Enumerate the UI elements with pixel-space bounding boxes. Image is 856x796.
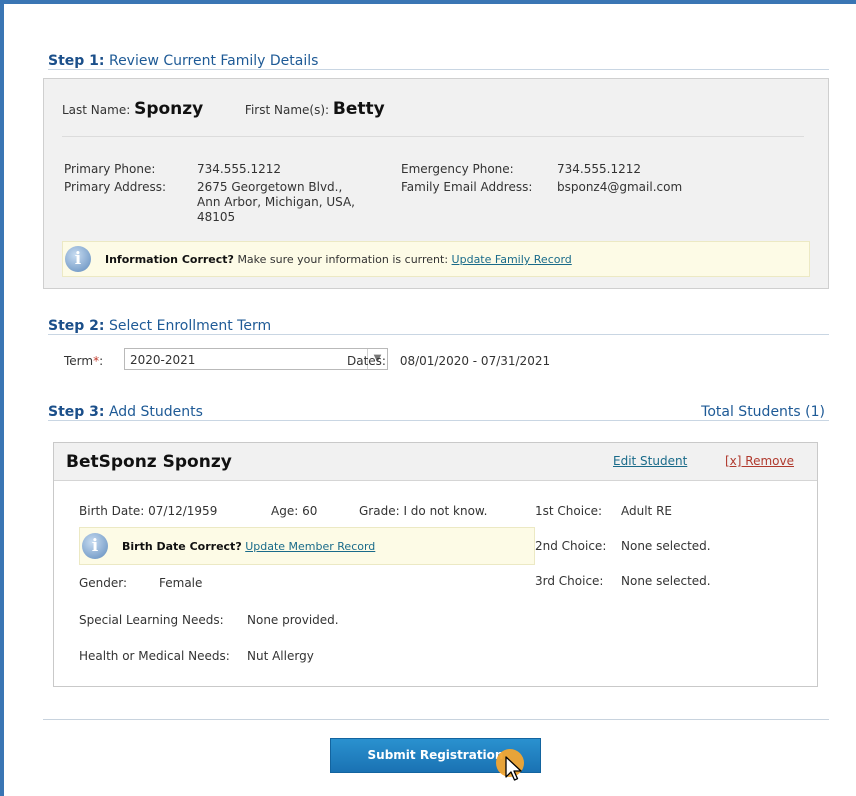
choice3-value: None selected. bbox=[621, 574, 711, 588]
last-name-value: Sponzy bbox=[134, 99, 204, 119]
update-family-record-link[interactable]: Update Family Record bbox=[452, 253, 572, 266]
step1-title: Review Current Family Details bbox=[108, 53, 319, 69]
mouse-pointer-icon bbox=[505, 756, 522, 781]
step2-number: Step 2: bbox=[48, 318, 105, 334]
step1-number: Step 1: bbox=[48, 53, 105, 69]
birth-date-correct-notice: i Birth Date Correct? Update Member Reco… bbox=[79, 527, 535, 565]
birth-date-correct-text: Birth Date Correct? Update Member Record bbox=[122, 540, 375, 553]
choice3-label: 3rd Choice: bbox=[535, 574, 604, 588]
window-left-border bbox=[0, 0, 4, 796]
step3-number: Step 3: bbox=[48, 404, 105, 420]
emergency-phone-label: Emergency Phone: bbox=[401, 162, 514, 176]
primary-address-label: Primary Address: bbox=[64, 180, 167, 194]
first-name-value: Betty bbox=[332, 99, 385, 119]
remove-student-link[interactable]: [x] Remove bbox=[725, 454, 794, 468]
footer-divider bbox=[43, 719, 829, 720]
primary-phone-value: 734.555.1212 bbox=[197, 162, 281, 176]
gender-value: Female bbox=[159, 576, 203, 590]
primary-address-value: 2675 Georgetown Blvd., Ann Arbor, Michig… bbox=[197, 180, 355, 225]
first-name-label: First Name(s): bbox=[244, 103, 330, 117]
address-line-2: Ann Arbor, Michigan, USA, bbox=[197, 195, 355, 209]
address-line-1: 2675 Georgetown Blvd., bbox=[197, 180, 343, 194]
dates-value: 08/01/2020 - 07/31/2021 bbox=[399, 354, 551, 368]
step1-heading: Step 1: Review Current Family Details bbox=[48, 53, 829, 70]
family-email-label: Family Email Address: bbox=[401, 180, 533, 194]
edit-student-link[interactable]: Edit Student bbox=[613, 454, 687, 468]
total-students-count: Total Students (1) bbox=[701, 404, 825, 420]
family-name-row: Last Name: Sponzy First Name(s): Betty bbox=[62, 99, 385, 119]
student-card: BetSponz Sponzy Edit Student [x] Remove … bbox=[53, 442, 818, 687]
birth-date: Birth Date: 07/12/1959 bbox=[79, 504, 218, 518]
term-row: Term*: 2020-2021 ▼ Dates: 08/01/2020 - 0… bbox=[64, 348, 764, 372]
info-icon: i bbox=[82, 533, 108, 559]
student-name: BetSponz Sponzy bbox=[66, 452, 232, 472]
family-details-panel: Last Name: Sponzy First Name(s): Betty P… bbox=[43, 78, 829, 289]
update-member-record-link[interactable]: Update Member Record bbox=[245, 540, 375, 553]
step3-title: Add Students bbox=[108, 404, 203, 420]
student-grade: Grade: I do not know. bbox=[359, 504, 488, 518]
term-select-value: 2020-2021 bbox=[130, 353, 196, 367]
student-age: Age: 60 bbox=[271, 504, 318, 518]
health-needs-label: Health or Medical Needs: bbox=[79, 649, 230, 663]
info-icon: i bbox=[65, 246, 91, 272]
information-correct-bold: Information Correct? bbox=[105, 253, 234, 266]
special-needs-label: Special Learning Needs: bbox=[79, 613, 224, 627]
information-correct-notice: i Information Correct? Make sure your in… bbox=[62, 241, 810, 277]
information-correct-text: Information Correct? Make sure your info… bbox=[105, 253, 572, 266]
student-card-header: BetSponz Sponzy Edit Student [x] Remove bbox=[54, 443, 817, 481]
step2-title: Select Enrollment Term bbox=[108, 318, 272, 334]
gender-label: Gender: bbox=[79, 576, 128, 590]
step3-heading: Step 3: Add Students Total Students (1) bbox=[48, 404, 829, 421]
choice1-value: Adult RE bbox=[621, 504, 672, 518]
health-needs-value: Nut Allergy bbox=[247, 649, 314, 663]
choice2-value: None selected. bbox=[621, 539, 711, 553]
last-name-label: Last Name: bbox=[62, 103, 131, 117]
term-dates: Dates: 08/01/2020 - 07/31/2021 bbox=[347, 354, 550, 368]
information-correct-message: Make sure your information is current: bbox=[237, 253, 449, 266]
choice2-label: 2nd Choice: bbox=[535, 539, 607, 553]
special-needs-value: None provided. bbox=[247, 613, 339, 627]
term-label: Term*: bbox=[64, 354, 104, 368]
family-divider bbox=[62, 136, 804, 137]
window-top-border bbox=[0, 0, 856, 4]
dates-label: Dates: bbox=[347, 354, 386, 368]
address-line-3: 48105 bbox=[197, 210, 236, 224]
primary-phone-label: Primary Phone: bbox=[64, 162, 156, 176]
family-email-value: bsponz4@gmail.com bbox=[557, 180, 683, 194]
birth-date-correct-bold: Birth Date Correct? bbox=[122, 540, 242, 553]
step2-heading: Step 2: Select Enrollment Term bbox=[48, 318, 829, 335]
choice1-label: 1st Choice: bbox=[535, 504, 603, 518]
emergency-phone-value: 734.555.1212 bbox=[557, 162, 641, 176]
